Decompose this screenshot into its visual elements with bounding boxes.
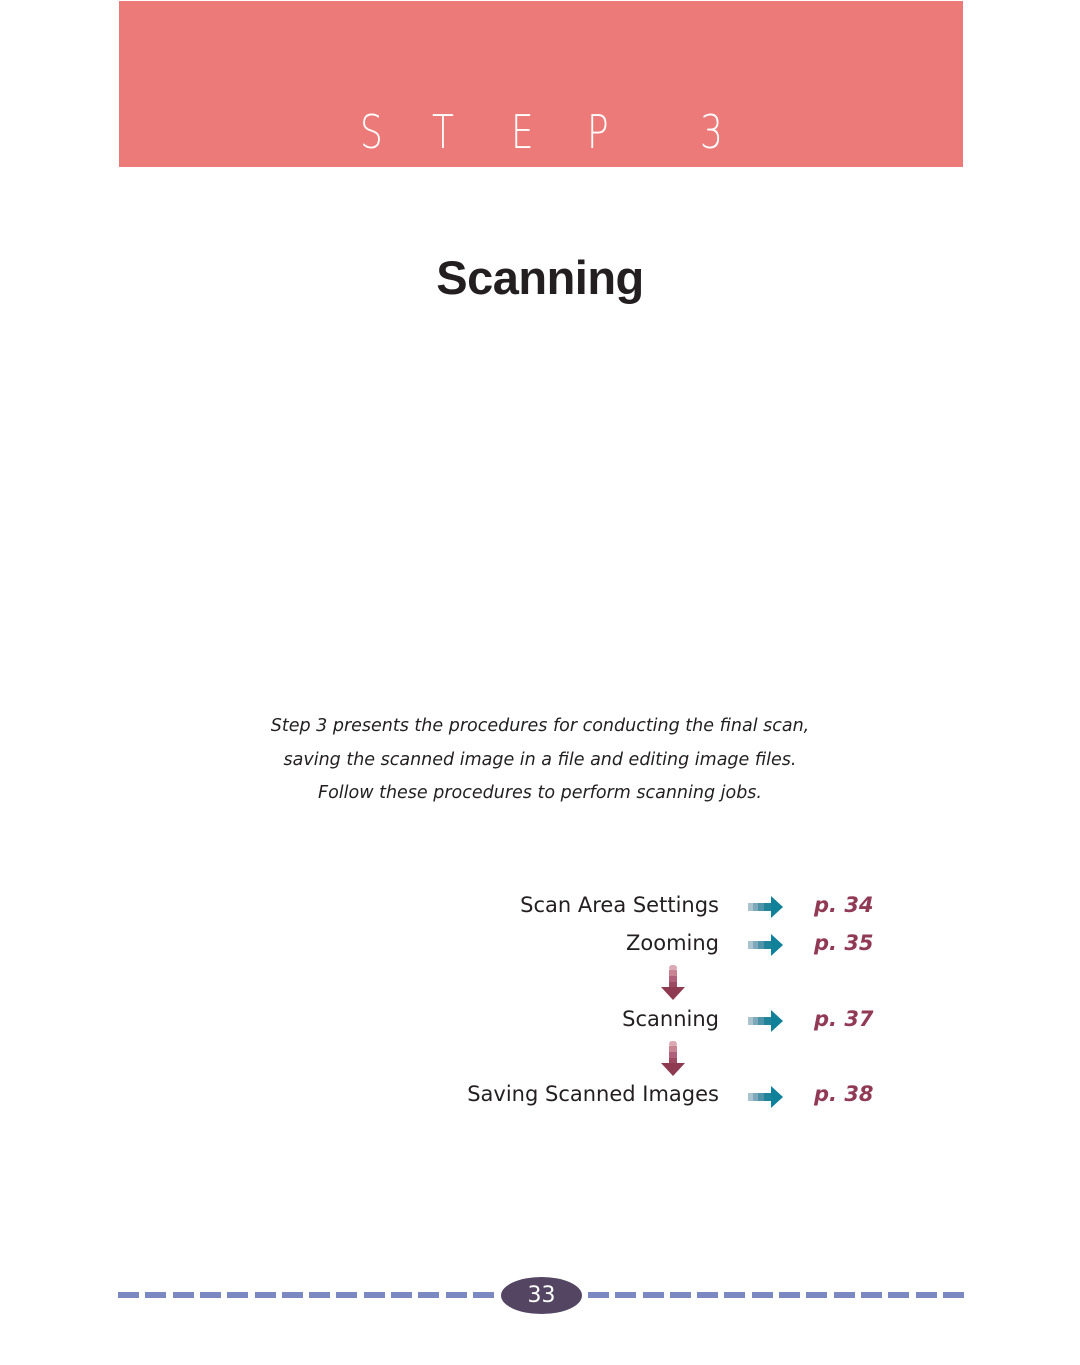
footer-dash: [336, 1292, 357, 1298]
footer-dash: [473, 1292, 494, 1298]
footer-dash: [145, 1292, 166, 1298]
arrow-right-icon: [748, 1010, 783, 1032]
step-letter-p: P: [587, 105, 609, 159]
footer-dash: [670, 1292, 691, 1298]
footer-dash: [643, 1292, 664, 1298]
page-ref-38[interactable]: p. 38: [814, 1082, 874, 1106]
footer-dash: [364, 1292, 385, 1298]
footer-dash: [724, 1292, 745, 1298]
footer-dash: [309, 1292, 330, 1298]
footer-dash: [752, 1292, 773, 1298]
flow-label-saving-scanned-images[interactable]: Saving Scanned Images: [467, 1082, 719, 1106]
flow-label-scanning[interactable]: Scanning: [622, 1007, 719, 1031]
footer-dash: [391, 1292, 412, 1298]
page-ref-34[interactable]: p. 34: [814, 893, 874, 917]
footer-dash: [861, 1292, 882, 1298]
flow-label-zooming[interactable]: Zooming: [626, 931, 719, 955]
footer-dash: [227, 1292, 248, 1298]
arrow-right-icon: [748, 896, 783, 918]
intro-line-3: Follow these procedures to perform scann…: [318, 783, 762, 803]
step-letter-e: E: [511, 105, 534, 159]
footer-dash: [697, 1292, 718, 1298]
footer-dash: [916, 1292, 937, 1298]
footer-dash: [779, 1292, 800, 1298]
arrow-right-icon: [748, 1086, 783, 1108]
footer-dash: [418, 1292, 439, 1298]
intro-line-2: saving the scanned image in a file and e…: [283, 750, 797, 770]
arrow-down-icon: [661, 965, 685, 1000]
step-banner: [119, 1, 963, 167]
footer-dash: [806, 1292, 827, 1298]
footer-dash: [446, 1292, 467, 1298]
page-ref-37[interactable]: p. 37: [814, 1007, 874, 1031]
page-number: 33: [527, 1283, 556, 1308]
arrow-down-icon: [661, 1041, 685, 1076]
arrow-right-icon: [748, 934, 783, 956]
footer-dash: [588, 1292, 609, 1298]
footer-dash: [282, 1292, 303, 1298]
footer-dash: [173, 1292, 194, 1298]
flow-label-scan-area-settings[interactable]: Scan Area Settings: [520, 893, 719, 917]
step-letter-t: T: [432, 105, 454, 159]
page-title: Scanning: [436, 251, 644, 304]
footer-dash: [255, 1292, 276, 1298]
footer-dash: [943, 1292, 964, 1298]
step-letter-s: S: [360, 105, 383, 159]
step-number: 3: [700, 105, 723, 159]
intro-line-1: Step 3 presents the procedures for condu…: [270, 716, 810, 736]
footer-dash: [200, 1292, 221, 1298]
footer-dash: [615, 1292, 636, 1298]
footer-dash: [118, 1292, 139, 1298]
footer-dash: [834, 1292, 855, 1298]
page-ref-35[interactable]: p. 35: [814, 931, 874, 955]
footer-dash: [888, 1292, 909, 1298]
